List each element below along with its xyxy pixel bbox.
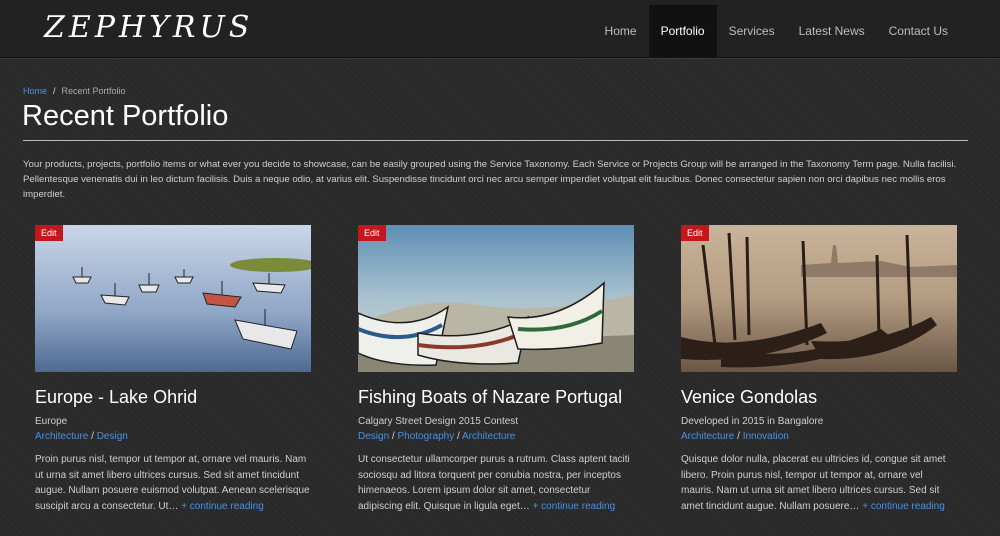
top-bar: ZEPHYRUS Home Portfolio Services Latest … [0,0,1000,58]
lake-boats-image [35,225,311,372]
category-link[interactable]: Photography [397,431,454,442]
title-divider [23,140,968,141]
category-link[interactable]: Design [97,431,128,442]
portfolio-card-venice: Edit Venice Gondolas Developed in 2015 i… [681,225,957,514]
card-excerpt: Proin purus nisl, tempor ut tempor at, o… [35,452,311,514]
portfolio-thumbnail[interactable]: Edit [358,225,634,372]
card-subtitle: Calgary Street Design 2015 Contest [358,416,519,427]
card-subtitle: Europe [35,416,68,427]
portfolio-thumbnail[interactable]: Edit [35,225,311,372]
card-categories: Design / Photography / Architecture [358,431,634,442]
card-categories: Architecture / Innovation [681,431,957,442]
category-link[interactable]: Architecture [462,431,515,442]
continue-reading-link[interactable]: + continue reading [862,501,945,512]
breadcrumb-home[interactable]: Home [23,86,47,96]
portfolio-card-nazare: Edit Fishing Boats of Nazare Portugal Ca… [358,225,634,514]
venice-gondolas-image [681,225,957,372]
nav-services[interactable]: Services [717,5,787,57]
category-separator: / [734,431,743,442]
site-logo[interactable]: ZEPHYRUS [44,10,253,45]
breadcrumb-current: Recent Portfolio [61,86,126,96]
nav-latest-news[interactable]: Latest News [787,5,877,57]
category-link[interactable]: Architecture [681,431,734,442]
category-separator: / [88,431,97,442]
card-excerpt: Quisque dolor nulla, placerat eu ultrici… [681,452,957,514]
edit-badge[interactable]: Edit [681,225,709,241]
portfolio-card-lake-ohrid: Edit Europe - Lake Ohrid Europe Architec… [35,225,311,514]
nav-contact-us[interactable]: Contact Us [877,5,960,57]
edit-badge[interactable]: Edit [358,225,386,241]
breadcrumb-separator: / [53,86,56,96]
card-title[interactable]: Venice Gondolas [681,387,957,408]
portfolio-thumbnail[interactable]: Edit [681,225,957,372]
continue-reading-link[interactable]: + continue reading [181,501,264,512]
page-title: Recent Portfolio [22,100,229,132]
category-separator: / [454,431,462,442]
intro-text: Your products, projects, portfolio items… [23,159,957,200]
card-categories: Architecture / Design [35,431,311,442]
nav-portfolio[interactable]: Portfolio [648,5,717,57]
card-excerpt: Ut consectetur ullamcorper purus a rutru… [358,452,634,514]
card-title[interactable]: Europe - Lake Ohrid [35,387,311,408]
fishing-boats-image [358,225,634,372]
category-link[interactable]: Innovation [743,431,789,442]
card-title[interactable]: Fishing Boats of Nazare Portugal [358,387,634,408]
main-nav: Home Portfolio Services Latest News Cont… [593,0,960,57]
continue-reading-link[interactable]: + continue reading [533,501,616,512]
excerpt-text: Proin purus nisl, tempor ut tempor at, o… [35,454,310,512]
category-link[interactable]: Design [358,431,389,442]
nav-home[interactable]: Home [593,5,649,57]
breadcrumb: Home / Recent Portfolio [23,86,126,96]
category-link[interactable]: Architecture [35,431,88,442]
edit-badge[interactable]: Edit [35,225,63,241]
card-subtitle: Developed in 2015 in Bangalore [681,416,824,427]
